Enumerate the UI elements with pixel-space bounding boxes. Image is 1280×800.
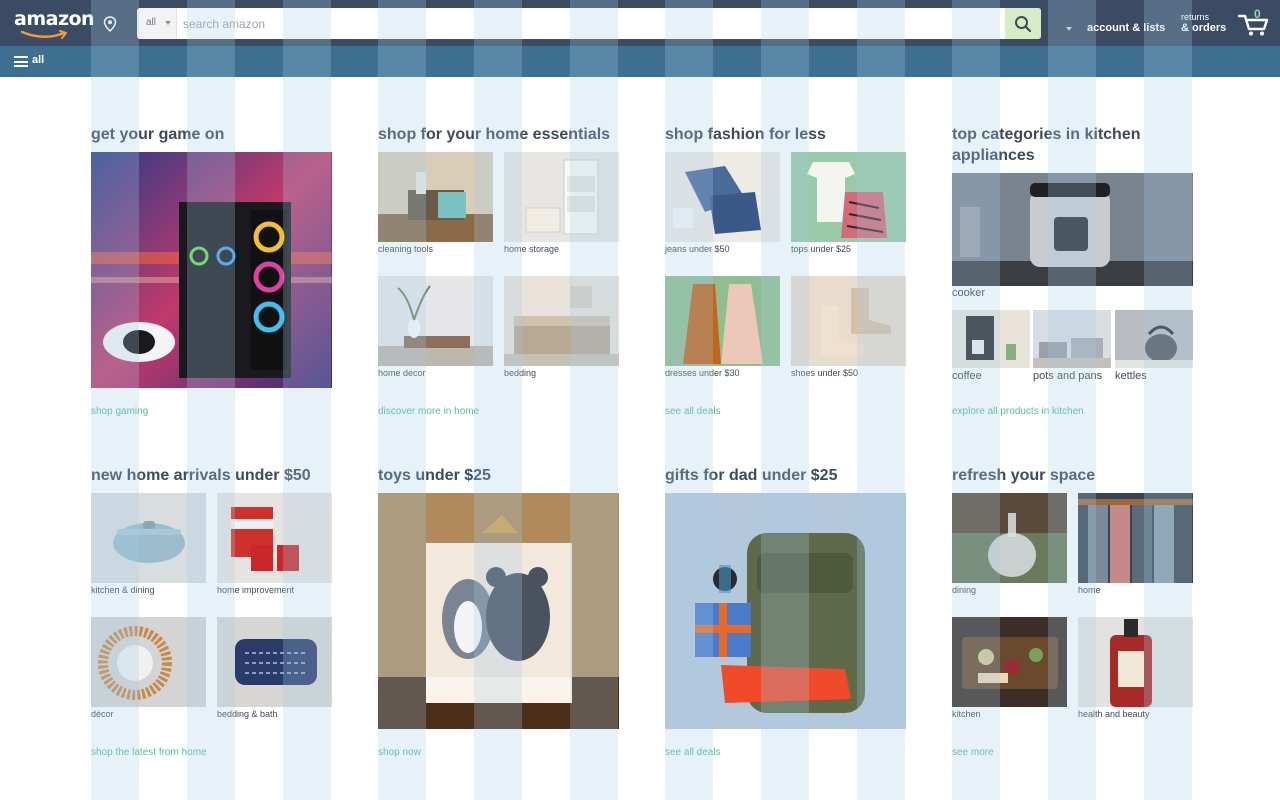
dresses-image (665, 276, 780, 366)
bedding-bath-image (217, 617, 332, 707)
home-image (1078, 493, 1193, 583)
card-title: refresh your space (952, 467, 1096, 484)
shop-gaming-link[interactable]: shop gaming (91, 406, 148, 417)
card-home-essentials: shop for your home essentials cleaning t… (378, 124, 620, 424)
shoes-image (791, 276, 906, 366)
pots-and-pans-image (1033, 310, 1111, 368)
card-refresh-space: refresh your space dining home kitchen h… (952, 465, 1194, 765)
card-gifts-for-dad: gifts for dad under $25 see all deals (665, 465, 907, 765)
tile-label: bedding & bath (217, 709, 278, 719)
tile-label: home (1078, 585, 1101, 595)
search-icon (1015, 16, 1032, 33)
search-category-select[interactable]: all (137, 8, 177, 39)
nav-all-label: all (32, 54, 45, 66)
card-title: toys under $25 (378, 467, 491, 484)
card-fashion: shop fashion for less jeans under $50 to… (665, 124, 907, 424)
pots-and-pans-label: pots and pans (1033, 370, 1103, 382)
returns-label[interactable]: returns (1181, 12, 1209, 22)
amazon-logo[interactable]: amazon (14, 8, 95, 40)
tile-label: jeans under $50 (665, 244, 730, 254)
tile-label: home decor (378, 368, 426, 378)
card-title: new home arrivals under $50 (91, 467, 311, 484)
kettles-image (1115, 310, 1193, 368)
card-title: gifts for dad under $25 (665, 467, 838, 484)
search-bar: all (137, 8, 1041, 39)
kettles-label: kettles (1115, 370, 1147, 382)
tile-label: kitchen & dining (91, 585, 155, 595)
decor-image (91, 617, 206, 707)
account-caret-icon[interactable] (1066, 27, 1072, 31)
dining-image (952, 493, 1067, 583)
kitchen-image (952, 617, 1067, 707)
tile-coffee[interactable] (952, 310, 1030, 368)
card-new-home-arrivals: new home arrivals under $50 kitchen & di… (91, 465, 333, 765)
cart-icon (1238, 14, 1269, 36)
top-header: amazon all account & lists returns & ord… (0, 0, 1280, 46)
tile-label: shoes under $50 (791, 368, 859, 378)
search-category-label: all (146, 17, 157, 28)
hamburger-icon (14, 56, 28, 67)
tile-label: home improvement (217, 585, 295, 595)
explore-kitchen-link[interactable]: explore all products in kitchen (952, 406, 1084, 417)
see-all-deals-fashion-link[interactable]: see all deals (665, 406, 721, 417)
card-title: top categories in kitchen appliances (952, 126, 1141, 164)
kitchen-dining-image (91, 493, 206, 583)
tile-label: dresses under $30 (665, 368, 740, 378)
gifts-image[interactable] (665, 493, 906, 729)
tile-label: health and beauty (1078, 709, 1150, 719)
tile-label: cleaning tools (378, 244, 434, 254)
see-all-deals-gifts-link[interactable]: see all deals (665, 747, 721, 758)
caret-down-icon (165, 21, 171, 25)
tile-label: tops under $25 (791, 244, 852, 254)
account-and-lists-link[interactable]: account & lists (1087, 22, 1165, 34)
cooker-image[interactable] (952, 173, 1193, 286)
card-gaming: get your game on shop gaming (91, 124, 333, 424)
tile-kettles[interactable] (1115, 310, 1193, 368)
gaming-pc-image[interactable] (91, 152, 332, 388)
card-title: shop for your home essentials (378, 126, 611, 143)
tile-label: décor (91, 709, 114, 719)
search-button[interactable] (1005, 8, 1041, 39)
coffee-image (952, 310, 1030, 368)
toys-image[interactable] (378, 493, 619, 729)
card-toys: toys under $25 shop now (378, 465, 620, 765)
tile-label: dining (952, 585, 977, 595)
orders-label[interactable]: & orders (1181, 22, 1226, 34)
discover-home-link[interactable]: discover more in home (378, 406, 479, 417)
health-beauty-image (1078, 617, 1193, 707)
card-title: get your game on (91, 126, 225, 143)
coffee-label: coffee (952, 370, 982, 382)
home-storage-image (504, 152, 619, 242)
cart-button[interactable]: 0 (1238, 7, 1272, 38)
card-title: shop fashion for less (665, 126, 826, 143)
tops-image (791, 152, 906, 242)
home-improvement-image (217, 493, 332, 583)
shop-latest-home-link[interactable]: shop the latest from home (91, 747, 207, 758)
cooker-label: cooker (952, 287, 986, 299)
bedding-image (504, 276, 619, 366)
tile-label: home storage (504, 244, 560, 254)
logo-text: amazon (14, 8, 95, 30)
card-kitchen-appliances: top categories in kitchen appliances coo… (952, 124, 1194, 424)
see-more-link[interactable]: see more (952, 747, 994, 758)
home-decor-image (378, 276, 493, 366)
shop-now-link[interactable]: shop now (378, 747, 421, 758)
search-input[interactable] (177, 8, 1005, 39)
cleaning-tools-image (378, 152, 493, 242)
tile-label: bedding (504, 368, 537, 378)
location-pin-icon[interactable] (103, 16, 117, 32)
logo-smile-icon (20, 30, 67, 39)
nav-bar: all (0, 46, 1280, 77)
jeans-image (665, 152, 780, 242)
tile-label: kitchen (952, 709, 981, 719)
tile-pots-and-pans[interactable] (1033, 310, 1111, 368)
